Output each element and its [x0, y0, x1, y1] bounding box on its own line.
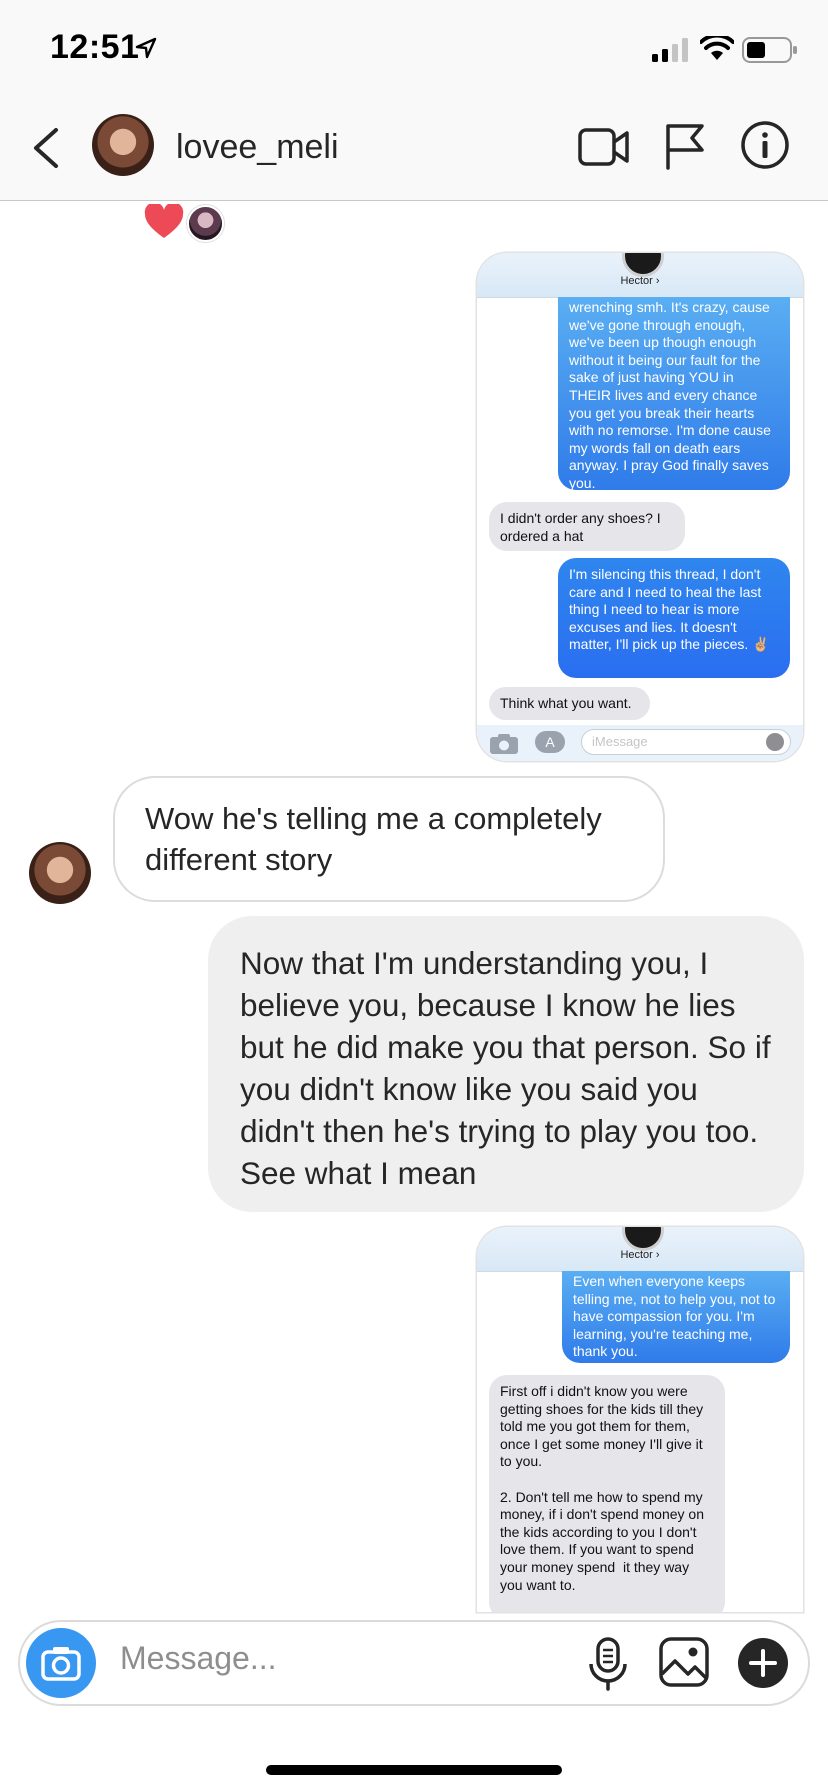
- contact-username[interactable]: lovee_meli: [176, 128, 339, 167]
- mic-icon: [766, 733, 784, 751]
- sent-message-bubble[interactable]: Now that I'm understanding you, I believ…: [208, 916, 804, 1212]
- sender-avatar[interactable]: [29, 842, 91, 904]
- imessage-sent-bubble: I'm silencing this thread, I don't care …: [558, 558, 790, 678]
- microphone-icon[interactable]: [588, 1636, 628, 1692]
- reactor-avatar: [187, 205, 224, 242]
- contact-name: Hector ›: [620, 275, 660, 287]
- imessage-sent-bubble: Even when everyone keeps telling me, not…: [562, 1271, 790, 1363]
- home-indicator[interactable]: [266, 1765, 562, 1775]
- hector-avatar: [622, 253, 664, 277]
- location-arrow-icon: [135, 37, 157, 59]
- imessage-received-bubble: I didn't order any shoes? I ordered a ha…: [489, 502, 685, 551]
- hector-avatar: [622, 1227, 664, 1251]
- info-icon[interactable]: [740, 120, 790, 170]
- imessage-placeholder: iMessage: [592, 734, 648, 749]
- imessage-header: Hector ›: [477, 1227, 803, 1272]
- plus-icon: [749, 1649, 777, 1677]
- contact-name: Hector ›: [620, 1249, 660, 1261]
- imessage-received-bubble: First off i didn't know you were getting…: [489, 1375, 725, 1612]
- cellular-signal-icon: [652, 38, 688, 62]
- battery-icon: [742, 37, 797, 63]
- received-message-bubble[interactable]: Wow he's telling me a completely differe…: [113, 776, 665, 902]
- flag-icon[interactable]: [664, 122, 706, 170]
- shared-screenshot-1[interactable]: Hector › wrenching smh. It's crazy, caus…: [477, 253, 803, 761]
- add-button[interactable]: [738, 1638, 788, 1688]
- wifi-icon: [700, 36, 734, 60]
- app-store-icon: A: [535, 731, 565, 753]
- heart-reaction-icon: [144, 204, 184, 238]
- camera-button[interactable]: [26, 1628, 96, 1698]
- imessage-header: Hector ›: [477, 253, 803, 298]
- shared-screenshot-2[interactable]: Hector › Even when everyone keeps tellin…: [477, 1227, 803, 1612]
- contact-avatar[interactable]: [92, 114, 154, 176]
- imessage-input-bar: A iMessage: [477, 725, 803, 761]
- gallery-icon[interactable]: [658, 1636, 710, 1688]
- video-call-icon[interactable]: [578, 124, 630, 170]
- imessage-received-bubble: Think what you want.: [489, 687, 650, 720]
- back-chevron-icon[interactable]: [26, 124, 66, 172]
- camera-icon: [41, 1647, 81, 1681]
- imessage-input: iMessage: [581, 729, 791, 755]
- camera-icon: [490, 734, 518, 754]
- status-time: 12:51: [50, 28, 140, 66]
- imessage-sent-bubble: wrenching smh. It's crazy, cause we've g…: [558, 297, 790, 491]
- message-input[interactable]: Message...: [120, 1640, 277, 1677]
